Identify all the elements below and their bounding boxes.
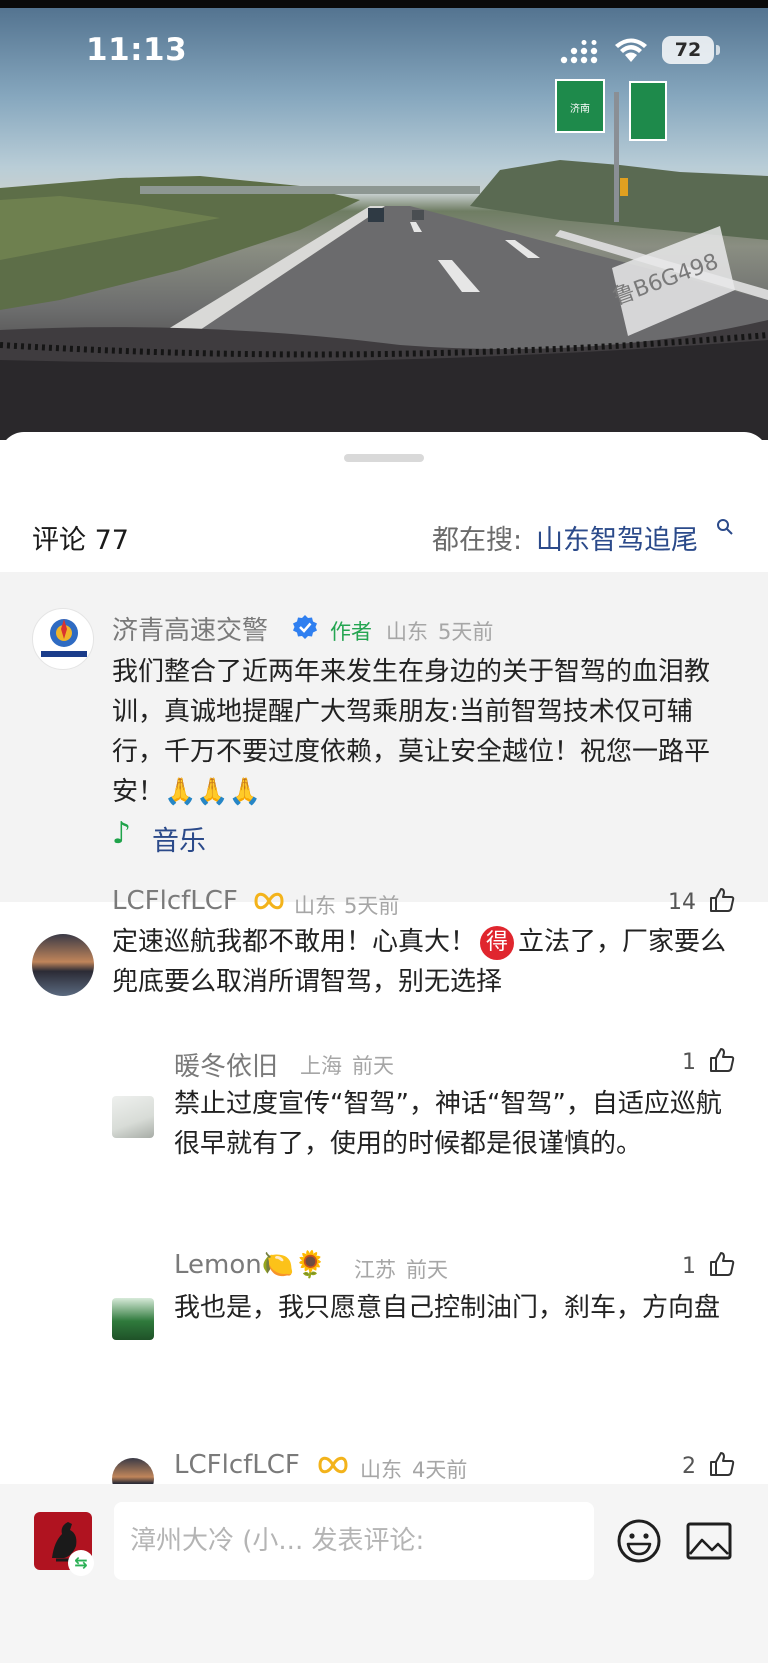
reply-location: 上海 — [300, 1054, 342, 1078]
comment-location: 山东 — [386, 620, 428, 644]
reply-text: 我也是，我只愿意自己控制油门，刹车，方向盘 — [174, 1293, 721, 1323]
reply-location: 江苏 — [354, 1258, 396, 1282]
switch-account-icon[interactable]: ⇆ — [68, 1550, 94, 1576]
police-logo-icon — [41, 619, 87, 657]
comment-text: 我们整合了近两年来发生在身边的关于智驾的血泪教训，真诚地提醒广大驾乘朋友:当前智… — [112, 657, 711, 807]
avatar[interactable] — [32, 608, 94, 670]
wifi-icon — [615, 38, 647, 62]
comment-composer-bar: ⇆ — [0, 1484, 768, 1663]
battery-indicator: 72 — [662, 36, 714, 64]
reply-location: 山东 — [360, 1458, 402, 1482]
emoji-icon[interactable] — [616, 1518, 662, 1564]
comment-input[interactable] — [114, 1502, 594, 1580]
author-tag: 作者 — [330, 620, 372, 644]
comment-sheet: 评论 77 都在搜: 山东智驾追尾 济青高速交警 作者 山东 5天前 我们整合了… — [0, 432, 768, 1663]
reply-text: 禁止过度宣传“智驾”，神话“智驾”，自适应巡航很早就有了，使用的时候都是很谨慎的… — [174, 1089, 722, 1159]
avatar[interactable] — [112, 1298, 154, 1340]
comment-text: 定速巡航我都不敢用！心真大！得立法了，厂家要么兜底要么取消所谓智驾，别无选择 — [112, 922, 732, 1002]
battery-tip — [716, 45, 720, 55]
reply-time: 4天前 — [412, 1458, 468, 1482]
reply-author-name[interactable]: 暖冬依旧 — [174, 1046, 278, 1083]
comment-count: 评论 77 — [32, 525, 129, 556]
emoji-badge: 得 — [480, 925, 515, 960]
like-count: 1 — [682, 1254, 696, 1279]
sheet-drag-handle[interactable] — [344, 454, 424, 462]
music-link[interactable]: 音乐 — [152, 819, 206, 858]
comment-author-name[interactable]: 济青高速交警 — [112, 610, 268, 647]
status-bar: 11:13 72 — [0, 28, 768, 76]
comment-text-part: 定速巡航我都不敢用！心真大！ — [112, 927, 477, 957]
comment-input-box[interactable] — [114, 1502, 594, 1580]
like-thumb-icon[interactable] — [708, 886, 736, 914]
video-player[interactable]: 济南 鲁B6G498 11:13 72 — [0, 0, 768, 440]
like-count: 14 — [668, 890, 696, 915]
comment-time: 5天前 — [344, 894, 400, 918]
comment-time: 5天前 — [438, 620, 494, 644]
vip-badge-icon — [318, 1456, 348, 1474]
like-thumb-icon[interactable] — [708, 1250, 736, 1278]
comment-author-name[interactable]: LCFlcfLCF — [112, 886, 238, 916]
like-thumb-icon[interactable] — [708, 1046, 736, 1074]
image-upload-icon[interactable] — [686, 1522, 732, 1560]
like-thumb-icon[interactable] — [708, 1450, 736, 1478]
reply-time: 前天 — [406, 1258, 448, 1282]
verified-badge-icon — [293, 615, 317, 639]
comment-header: 评论 77 都在搜: 山东智驾追尾 — [0, 510, 768, 560]
like-count: 2 — [682, 1454, 696, 1479]
avatar[interactable] — [32, 934, 94, 996]
reply-author-name[interactable]: LCFlcfLCF — [174, 1450, 300, 1480]
music-note-icon: ♪ — [112, 816, 132, 851]
like-count: 1 — [682, 1050, 696, 1075]
status-time: 11:13 — [86, 32, 188, 68]
trending-search-label: 都在搜: — [432, 525, 523, 556]
pinned-author-comment[interactable]: 济青高速交警 作者 山东 5天前 我们整合了近两年来发生在身边的关于智驾的血泪教… — [0, 572, 768, 902]
vip-badge-icon — [254, 892, 284, 910]
reply-time: 前天 — [352, 1054, 394, 1078]
cellular-signal-icon — [560, 40, 598, 64]
search-icon[interactable] — [716, 518, 734, 536]
avatar[interactable] — [112, 1096, 154, 1138]
reply-author-name[interactable]: Lemon🍋🌻 — [174, 1250, 326, 1280]
sign-text: 济南 — [570, 102, 590, 115]
comment-location: 山东 — [294, 894, 336, 918]
trending-search-link[interactable]: 山东智驾追尾 — [536, 518, 698, 557]
